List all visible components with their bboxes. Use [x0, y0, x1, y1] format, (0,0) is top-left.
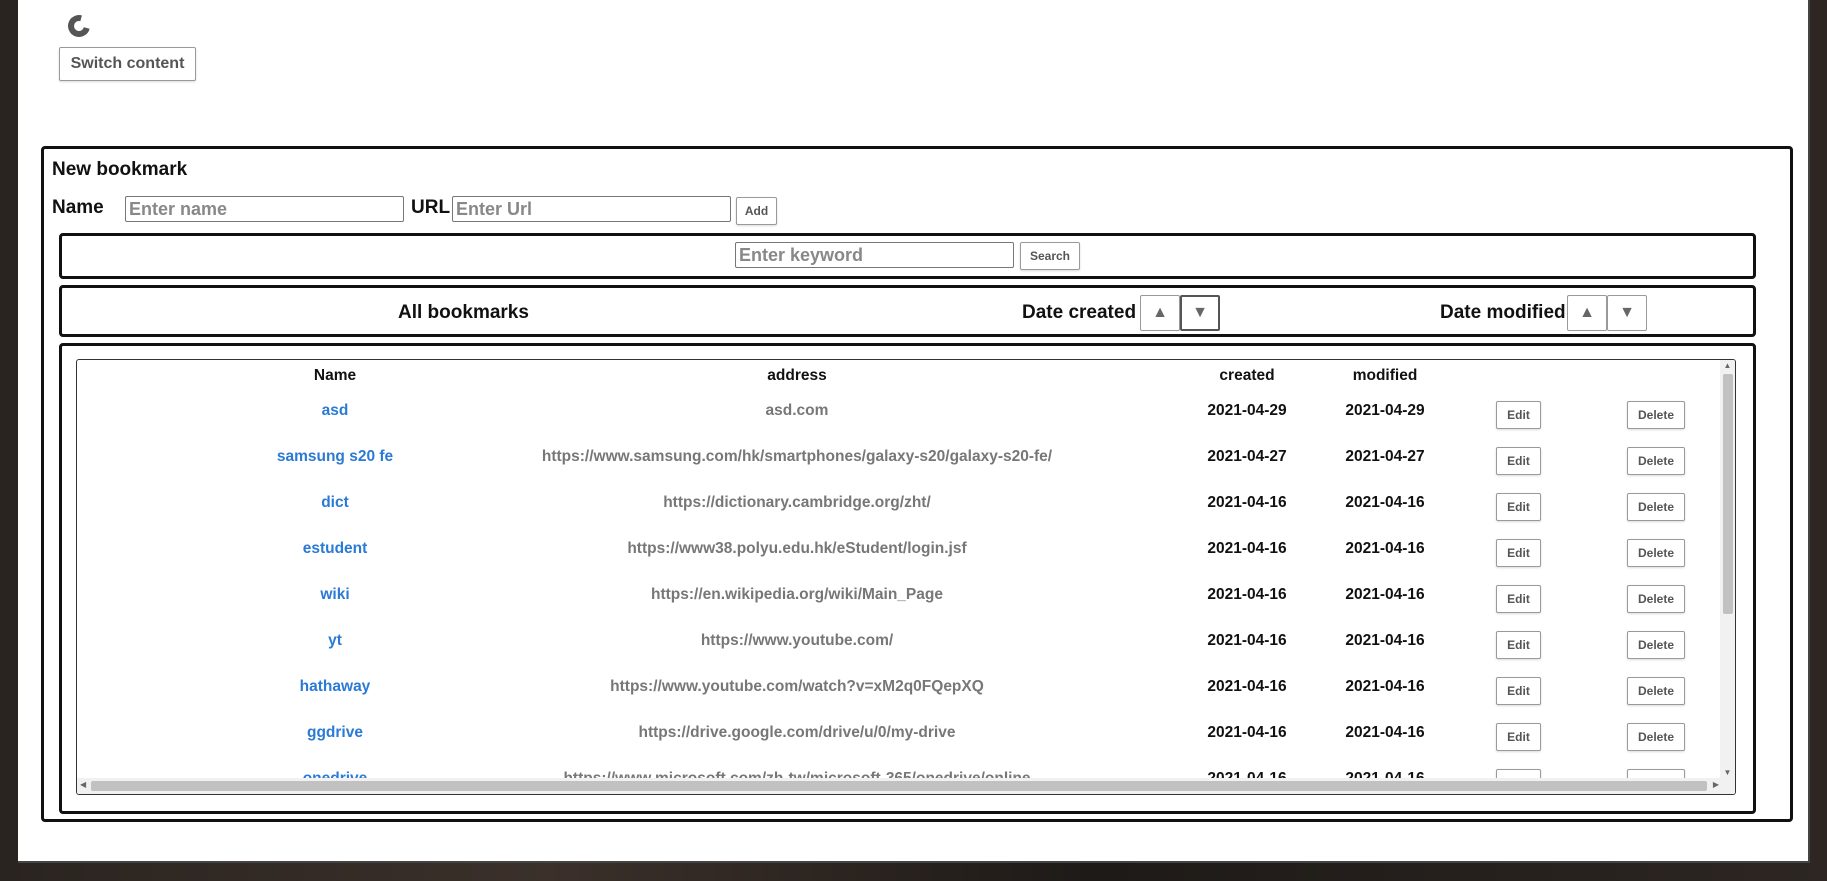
arrow-up-icon: ▲ — [1152, 304, 1168, 321]
new-bookmark-title: New bookmark — [52, 159, 188, 180]
all-bookmarks-label[interactable]: All bookmarks — [398, 302, 529, 324]
bookmark-name-link[interactable]: hathaway — [235, 678, 435, 696]
bookmark-name-link[interactable]: wiki — [235, 586, 435, 604]
vertical-scroll-thumb[interactable] — [1723, 374, 1733, 614]
edit-button[interactable]: Edit — [1496, 677, 1541, 705]
horizontal-scroll-thumb[interactable] — [91, 781, 1707, 791]
delete-button[interactable]: Delete — [1627, 723, 1685, 751]
edit-button[interactable]: Edit — [1496, 447, 1541, 475]
page: Switch content New bookmark Name URL Add… — [18, 0, 1810, 863]
delete-button[interactable]: Delete — [1627, 677, 1685, 705]
bookmark-modified-date: 2021-04-16 — [1345, 494, 1425, 511]
url-label: URL — [411, 197, 451, 218]
bookmark-created-date: 2021-04-16 — [1207, 678, 1287, 695]
bookmark-modified-date: 2021-04-16 — [1345, 632, 1425, 649]
arrow-down-icon: ▼ — [1192, 304, 1208, 321]
bookmark-created-date: 2021-04-16 — [1207, 632, 1287, 649]
delete-button[interactable]: Delete — [1627, 493, 1685, 521]
bookmark-address: https://www38.polyu.edu.hk/eStudent/logi… — [627, 540, 967, 557]
bookmark-created-date: 2021-04-16 — [1207, 540, 1287, 557]
delete-button[interactable]: Delete — [1627, 585, 1685, 613]
bookmark-panel: New bookmark Name URL Add Search All boo… — [41, 146, 1793, 822]
arrow-down-icon: ▼ — [1619, 304, 1635, 321]
search-input[interactable] — [735, 242, 1014, 268]
delete-button[interactable]: Delete — [1627, 401, 1685, 429]
created-descending-button[interactable]: ▼ — [1180, 295, 1220, 331]
scroll-down-icon[interactable]: ▼ — [1720, 768, 1735, 777]
delete-button[interactable]: Delete — [1627, 447, 1685, 475]
edit-button[interactable]: Edit — [1496, 723, 1541, 751]
search-box: Search — [59, 233, 1756, 279]
bookmark-name-link[interactable]: samsung s20 fe — [235, 448, 435, 466]
bookmark-modified-date: 2021-04-16 — [1345, 678, 1425, 695]
delete-button[interactable]: Delete — [1627, 631, 1685, 659]
bookmark-name-link[interactable]: dict — [235, 494, 435, 512]
bookmark-created-date: 2021-04-27 — [1207, 448, 1287, 465]
bookmark-name-link[interactable]: onedrive — [235, 770, 435, 778]
switch-content-button[interactable]: Switch content — [59, 47, 196, 81]
vertical-scrollbar[interactable]: ▲ ▼ — [1720, 360, 1735, 778]
edit-button[interactable]: Edit — [1496, 631, 1541, 659]
edit-button[interactable]: Edit — [1496, 585, 1541, 613]
created-ascending-button[interactable]: ▲ — [1140, 295, 1180, 331]
bookmark-address: https://www.youtube.com/watch?v=xM2q0FQe… — [610, 678, 984, 695]
scroll-left-icon[interactable]: ◀ — [80, 780, 86, 789]
table-viewport[interactable]: Name address created modified asd asd.com… — [77, 360, 1722, 778]
bookmark-address: asd.com — [765, 402, 829, 419]
bookmark-name-link[interactable]: asd — [235, 402, 435, 420]
bookmark-name-link[interactable]: yt — [235, 632, 435, 650]
bookmark-name-link[interactable]: estudent — [235, 540, 435, 558]
bookmark-address: https://dictionary.cambridge.org/zht/ — [663, 494, 931, 511]
arrow-up-icon: ▲ — [1579, 304, 1595, 321]
header-modified: modified — [1352, 367, 1418, 384]
edit-button[interactable]: Edit — [1496, 401, 1541, 429]
bookmark-modified-date: 2021-04-16 — [1345, 540, 1425, 557]
sort-bar: All bookmarks Date created ▲ ▼ Date modi… — [59, 285, 1756, 337]
bookmark-created-date: 2021-04-29 — [1207, 402, 1287, 419]
bookmark-table: Name address created modified asd asd.com… — [76, 359, 1736, 795]
bookmark-created-date: 2021-04-16 — [1207, 494, 1287, 511]
search-button[interactable]: Search — [1020, 242, 1080, 270]
header-name: Name — [313, 367, 357, 384]
header-created: created — [1219, 367, 1275, 384]
scroll-right-icon[interactable]: ▶ — [1713, 780, 1719, 789]
url-input[interactable] — [452, 196, 731, 222]
bookmark-created-date: 2021-04-16 — [1207, 586, 1287, 603]
horizontal-scrollbar[interactable]: ◀ ▶ — [77, 778, 1735, 794]
edit-button[interactable]: Edit — [1496, 493, 1541, 521]
bookmark-modified-date: 2021-04-16 — [1325, 770, 1445, 778]
bookmark-address: https://en.wikipedia.org/wiki/Main_Page — [651, 586, 943, 603]
date-created-label: Date created — [1022, 302, 1137, 323]
modified-ascending-button[interactable]: ▲ — [1567, 295, 1607, 331]
edit-button[interactable]: Edit — [1496, 769, 1541, 778]
edit-button[interactable]: Edit — [1496, 539, 1541, 567]
bookmark-modified-date: 2021-04-29 — [1345, 402, 1425, 419]
header-address: address — [767, 367, 827, 384]
bookmark-address: https://drive.google.com/drive/u/0/my-dr… — [638, 724, 956, 741]
bookmark-address: https://www.samsung.com/hk/smartphones/g… — [541, 448, 1053, 465]
date-modified-label: Date modified — [1440, 302, 1566, 323]
scroll-up-icon[interactable]: ▲ — [1720, 361, 1735, 370]
bookmark-name-link[interactable]: ggdrive — [235, 724, 435, 742]
add-button[interactable]: Add — [736, 197, 777, 225]
bookmark-modified-date: 2021-04-16 — [1345, 724, 1425, 741]
bookmark-modified-date: 2021-04-16 — [1345, 586, 1425, 603]
delete-button[interactable]: Delete — [1627, 769, 1685, 778]
bookmark-created-date: 2021-04-16 — [1187, 770, 1307, 778]
bookmark-list-box: Name address created modified asd asd.com… — [59, 343, 1756, 814]
bookmark-address: https://www.microsoft.com/zh-tw/microsof… — [497, 770, 1097, 778]
loading-spinner-icon — [63, 10, 95, 42]
bookmark-address: https://www.youtube.com/ — [700, 632, 894, 649]
modified-descending-button[interactable]: ▼ — [1607, 295, 1647, 331]
name-input[interactable] — [125, 196, 404, 222]
bookmark-modified-date: 2021-04-27 — [1345, 448, 1425, 465]
bookmark-created-date: 2021-04-16 — [1207, 724, 1287, 741]
delete-button[interactable]: Delete — [1627, 539, 1685, 567]
name-label: Name — [52, 197, 104, 218]
